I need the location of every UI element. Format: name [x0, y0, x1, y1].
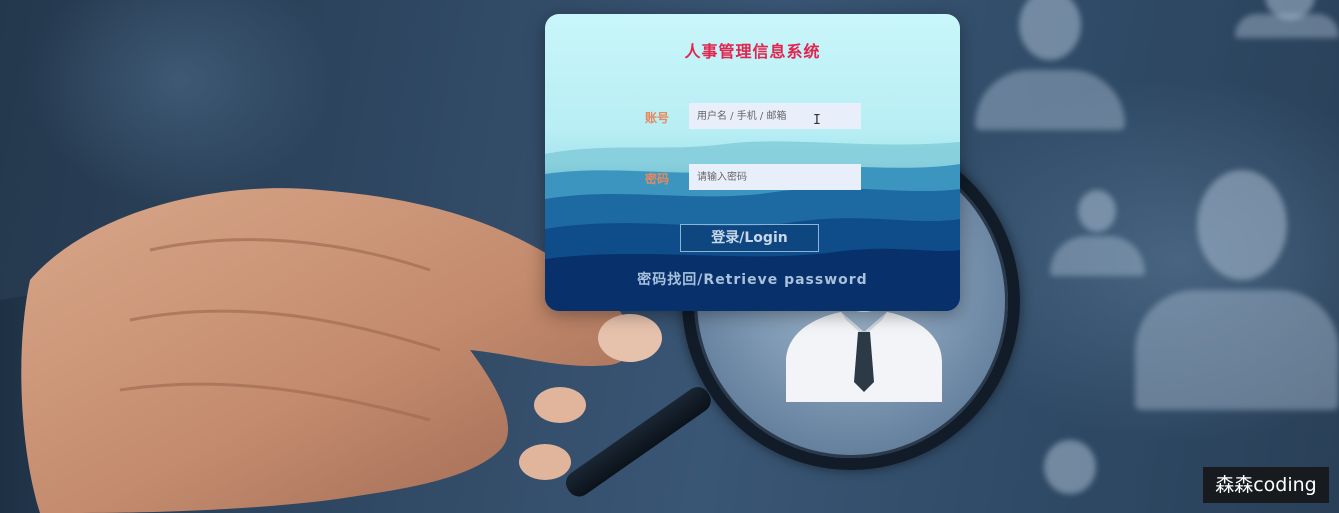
retrieve-password-link[interactable]: 密码找回/Retrieve password — [545, 269, 960, 289]
password-input[interactable] — [689, 164, 861, 190]
watermark: 森森coding — [1203, 467, 1329, 503]
login-card: 人事管理信息系统 账号 I 密码 登录/Login 密码找回/Retrieve … — [545, 14, 960, 311]
background-photo: 人事管理信息系统 账号 I 密码 登录/Login 密码找回/Retrieve … — [0, 0, 1339, 513]
background-person-silhouette — [1235, 0, 1339, 40]
account-input[interactable] — [689, 103, 861, 129]
system-title: 人事管理信息系统 — [684, 42, 821, 61]
background-person-silhouette — [1010, 440, 1130, 513]
login-button[interactable]: 登录/Login — [680, 224, 819, 252]
password-label: 密码 — [645, 172, 670, 186]
background-person-silhouette — [1135, 170, 1339, 410]
background-person-silhouette — [1050, 190, 1145, 280]
text-cursor-icon: I — [813, 113, 821, 128]
background-person-silhouette — [975, 0, 1125, 135]
account-label: 账号 — [645, 111, 670, 125]
